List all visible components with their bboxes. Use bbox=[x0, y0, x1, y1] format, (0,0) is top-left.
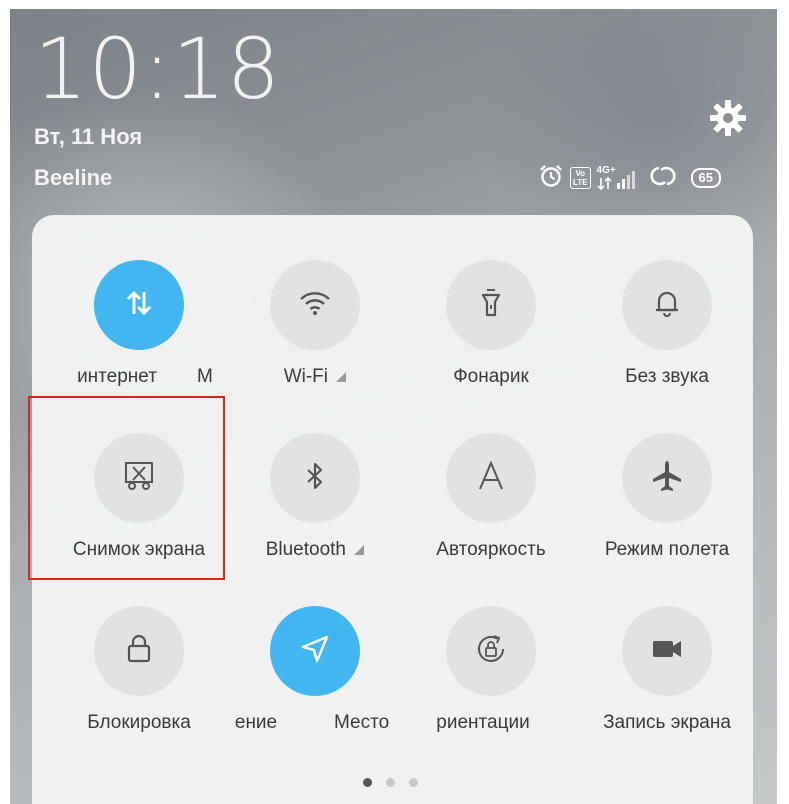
volte-bottom-text: LTE bbox=[573, 178, 588, 187]
tile-label-rotation: риентации bbox=[436, 712, 530, 733]
tile-wifi[interactable]: Wi-Fi bbox=[227, 260, 403, 410]
airplane-icon bbox=[649, 458, 685, 499]
internet-toggle[interactable] bbox=[94, 260, 184, 350]
expand-arrow-icon bbox=[336, 371, 347, 382]
battery-icon: 65 bbox=[690, 168, 721, 188]
auto-brightness-icon bbox=[474, 459, 508, 498]
clock: 10:18 bbox=[34, 20, 282, 118]
tile-bluetooth[interactable]: Bluetooth bbox=[227, 433, 403, 583]
tile-airplane[interactable]: Режим полета bbox=[579, 433, 755, 583]
volte-icon: Vo LTE bbox=[570, 167, 591, 189]
status-icons: Vo LTE 4G+ 65 bbox=[538, 163, 721, 193]
tile-label-screenrecord: Запись экрана bbox=[603, 712, 731, 733]
volte-top-text: Vo bbox=[575, 169, 586, 178]
operator-label: Beeline bbox=[34, 165, 113, 190]
tile-label-silent: Без звука bbox=[625, 366, 709, 387]
wifi-icon bbox=[298, 286, 332, 325]
location-toggle[interactable] bbox=[270, 606, 360, 696]
tile-autobrightness[interactable]: Автояркость bbox=[403, 433, 579, 583]
bluetooth-toggle[interactable] bbox=[270, 433, 360, 523]
tile-rotation[interactable]: риентации bbox=[403, 606, 579, 756]
bell-icon bbox=[650, 286, 684, 325]
gear-icon[interactable] bbox=[706, 96, 750, 140]
tile-label-flashlight: Фонарик bbox=[453, 366, 529, 387]
tile-label-autobrightness: Автояркость bbox=[436, 539, 546, 560]
wifi-toggle[interactable] bbox=[270, 260, 360, 350]
tile-label-bluetooth: Bluetooth bbox=[217, 539, 413, 561]
highlight-box bbox=[28, 396, 225, 580]
data-transfer-icon bbox=[122, 286, 156, 325]
tile-flashlight[interactable]: Фонарик bbox=[403, 260, 579, 410]
airplane-toggle[interactable] bbox=[622, 433, 712, 523]
hotspot-icon bbox=[649, 163, 677, 194]
tile-label-wifi: Wi-Fi bbox=[217, 366, 413, 388]
lock-toggle[interactable] bbox=[94, 606, 184, 696]
expand-arrow-icon bbox=[354, 544, 365, 555]
wifi-label-text: Wi-Fi bbox=[283, 366, 329, 387]
autobrightness-toggle[interactable] bbox=[446, 433, 536, 523]
alarm-icon bbox=[538, 163, 564, 194]
overflow-fragment-row3: Место bbox=[334, 712, 390, 733]
rotation-toggle[interactable] bbox=[446, 606, 536, 696]
flashlight-icon bbox=[474, 286, 508, 325]
page-indicator bbox=[363, 778, 418, 787]
overflow-fragment-row1: М bbox=[197, 366, 213, 387]
tile-label-internet: интернет bbox=[77, 366, 157, 387]
lock-icon bbox=[122, 632, 156, 671]
page-dot-2[interactable] bbox=[386, 778, 395, 787]
tile-label-location: ение bbox=[234, 712, 278, 733]
date-label: Вт, 11 Ноя bbox=[34, 124, 143, 149]
video-camera-icon bbox=[649, 631, 685, 672]
screenrecord-toggle[interactable] bbox=[622, 606, 712, 696]
silent-toggle[interactable] bbox=[622, 260, 712, 350]
bluetooth-label-text: Bluetooth bbox=[265, 539, 346, 560]
tile-screenrecord[interactable]: Запись экрана bbox=[579, 606, 755, 756]
bluetooth-icon bbox=[298, 459, 332, 498]
location-icon bbox=[298, 632, 332, 671]
page-dot-3[interactable] bbox=[409, 778, 418, 787]
flashlight-toggle[interactable] bbox=[446, 260, 536, 350]
tile-silent[interactable]: Без звука bbox=[579, 260, 755, 410]
page-dot-1[interactable] bbox=[363, 778, 372, 787]
signal-icon: 4G+ bbox=[597, 165, 643, 191]
tile-label-airplane: Режим полета bbox=[604, 539, 730, 560]
rotation-lock-icon bbox=[474, 632, 508, 671]
